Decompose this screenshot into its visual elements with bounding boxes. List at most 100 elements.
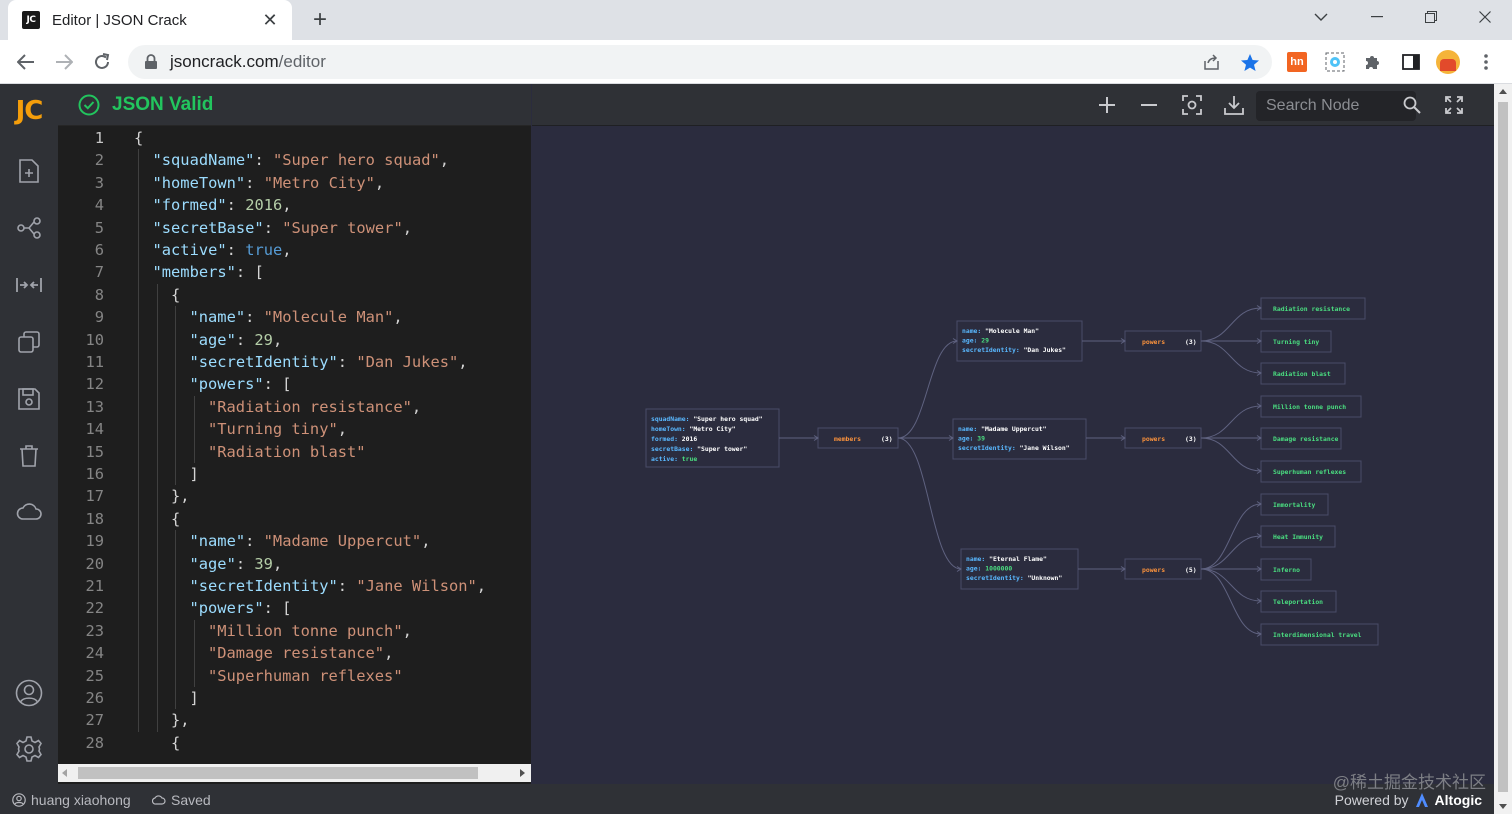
- scroll-right-arrow-icon[interactable]: [520, 769, 525, 777]
- scroll-left-arrow-icon[interactable]: [62, 769, 67, 777]
- extensions-puzzle-icon[interactable]: [1361, 50, 1385, 74]
- code-line[interactable]: 26]: [58, 687, 531, 709]
- code-text: "Radiation resistance",: [208, 397, 422, 416]
- zoom-in-icon[interactable]: [1093, 91, 1121, 119]
- watermark: @稀土掘金技术社区: [1332, 773, 1486, 792]
- center-view-icon[interactable]: [1178, 91, 1206, 119]
- power-leaf-label: Interdimensional travel: [1273, 631, 1362, 639]
- code-line[interactable]: 5 "secretBase": "Super tower",: [58, 217, 531, 239]
- code-line[interactable]: 20 "age": 39,: [58, 553, 531, 575]
- screen-capture-extension-icon[interactable]: [1323, 50, 1347, 74]
- bookmark-star-icon[interactable]: [1238, 50, 1262, 74]
- jsoncrack-logo[interactable]: JC: [0, 96, 58, 126]
- code-text: "secretIdentity": "Jane Wilson",: [189, 577, 487, 595]
- code-line[interactable]: 22 "powers": [: [58, 597, 531, 619]
- search-node-input[interactable]: Search Node: [1256, 91, 1416, 121]
- code-line[interactable]: 2 "squadName": "Super hero squad",: [58, 149, 531, 171]
- line-number: 2: [94, 151, 104, 170]
- code-line[interactable]: 17},: [58, 485, 531, 507]
- json-graph[interactable]: squadName: "Super hero squad" homeTown: "…: [532, 126, 1494, 784]
- graph-canvas[interactable]: Search Node squadName: "Super hero squad…: [532, 84, 1494, 784]
- graph-edge: [1200, 568, 1262, 602]
- search-placeholder: Search Node: [1266, 97, 1360, 114]
- code-line[interactable]: 25 "Superhuman reflexes": [58, 665, 531, 687]
- member-node-row: secretIdentity: "Dan Jukes": [962, 346, 1066, 354]
- new-file-icon[interactable]: [14, 156, 44, 186]
- delete-trash-icon[interactable]: [14, 441, 44, 471]
- code-line[interactable]: 3 "homeTown": "Metro City",: [58, 172, 531, 194]
- minimize-icon[interactable]: [1350, 0, 1404, 34]
- url-field[interactable]: jsoncrack.com/editor: [128, 45, 1272, 79]
- zoom-out-icon[interactable]: [1135, 91, 1163, 119]
- restore-icon[interactable]: [1404, 0, 1458, 34]
- cloud-icon[interactable]: [14, 496, 44, 526]
- code-line[interactable]: 4 "formed": 2016,: [58, 194, 531, 216]
- code-text: "name": "Molecule Man",: [189, 308, 403, 327]
- tab-search-chevron-icon[interactable]: [1294, 0, 1348, 34]
- collapse-nodes-icon[interactable]: [14, 270, 44, 300]
- save-icon[interactable]: [14, 384, 44, 414]
- altogic-logo-icon: [1415, 793, 1428, 807]
- code-line[interactable]: 28 {: [58, 732, 531, 754]
- editor-horizontal-scrollbar[interactable]: [58, 764, 531, 782]
- page-vertical-scrollbar[interactable]: [1494, 84, 1512, 814]
- browser-menu-icon[interactable]: [1474, 50, 1498, 74]
- download-icon[interactable]: [1220, 91, 1248, 119]
- tab-title: Editor | JSON Crack: [52, 11, 187, 29]
- editor-scroll-thumb[interactable]: [78, 767, 478, 779]
- indent-guide: [156, 283, 158, 732]
- hn-extension-icon[interactable]: hn: [1285, 50, 1309, 74]
- code-line[interactable]: 23 "Million tonne punch",: [58, 620, 531, 642]
- code-line[interactable]: 19 "name": "Madame Uppercut",: [58, 530, 531, 552]
- code-line[interactable]: 16]: [58, 463, 531, 485]
- page-scroll-thumb[interactable]: [1498, 102, 1508, 792]
- back-icon[interactable]: [12, 48, 40, 76]
- code-line[interactable]: 13 "Radiation resistance",: [58, 396, 531, 418]
- browser-tab[interactable]: JC Editor | JSON Crack ✕: [8, 0, 292, 40]
- code-line[interactable]: 12 "powers": [: [58, 373, 531, 395]
- settings-gear-icon[interactable]: [14, 734, 44, 764]
- code-line[interactable]: 1{: [58, 127, 531, 149]
- line-number: 14: [85, 420, 104, 439]
- code-line[interactable]: 11 "secretIdentity": "Dan Jukes",: [58, 351, 531, 373]
- code-editor[interactable]: 1{2 "squadName": "Super hero squad", 3 "hom…: [58, 126, 531, 764]
- code-line[interactable]: 15 "Radiation blast": [58, 441, 531, 463]
- line-number: 5: [94, 218, 104, 237]
- graph-layout-icon[interactable]: [14, 213, 44, 243]
- scroll-up-arrow-icon[interactable]: [1499, 89, 1507, 94]
- lock-icon: [144, 54, 158, 70]
- powered-by[interactable]: Powered by Altogic: [1335, 792, 1482, 808]
- code-line[interactable]: 10 "age": 29,: [58, 329, 531, 351]
- power-leaf-label: Immortality: [1273, 501, 1315, 509]
- forward-icon[interactable]: [50, 48, 78, 76]
- graph-edge: [1200, 437, 1262, 472]
- user-status[interactable]: huang xiaohong: [12, 792, 131, 808]
- side-panel-icon[interactable]: [1399, 50, 1423, 74]
- search-icon[interactable]: [1398, 91, 1426, 119]
- reload-icon[interactable]: [88, 48, 116, 76]
- window-close-icon[interactable]: [1458, 0, 1512, 34]
- code-line[interactable]: 14 "Turning tiny",: [58, 418, 531, 440]
- code-text: "powers": [: [189, 599, 292, 618]
- fullscreen-icon[interactable]: [1440, 91, 1468, 119]
- profile-avatar-icon[interactable]: [1436, 50, 1460, 74]
- code-line[interactable]: 18 {: [58, 508, 531, 530]
- scroll-down-arrow-icon[interactable]: [1499, 804, 1507, 809]
- account-icon[interactable]: [14, 678, 44, 708]
- copy-icon[interactable]: [14, 327, 44, 357]
- code-line[interactable]: 24 "Damage resistance",: [58, 642, 531, 664]
- root-node-row: active: true: [651, 455, 697, 463]
- code-text: {: [171, 509, 181, 528]
- code-text: ]: [189, 465, 199, 483]
- code-line[interactable]: 7 "members": [: [58, 261, 531, 283]
- url-text: jsoncrack.com/editor: [170, 52, 326, 71]
- code-line[interactable]: 9 "name": "Molecule Man",: [58, 306, 531, 328]
- code-line[interactable]: 8{: [58, 284, 531, 306]
- new-tab-icon[interactable]: +: [306, 6, 334, 34]
- member-node-row: name: "Eternal Flame": [966, 555, 1047, 563]
- tab-close-icon[interactable]: ✕: [260, 10, 280, 31]
- share-icon[interactable]: [1200, 50, 1224, 74]
- code-line[interactable]: 6 "active": true,: [58, 239, 531, 261]
- code-line[interactable]: 27},: [58, 709, 531, 731]
- code-line[interactable]: 21 "secretIdentity": "Jane Wilson",: [58, 575, 531, 597]
